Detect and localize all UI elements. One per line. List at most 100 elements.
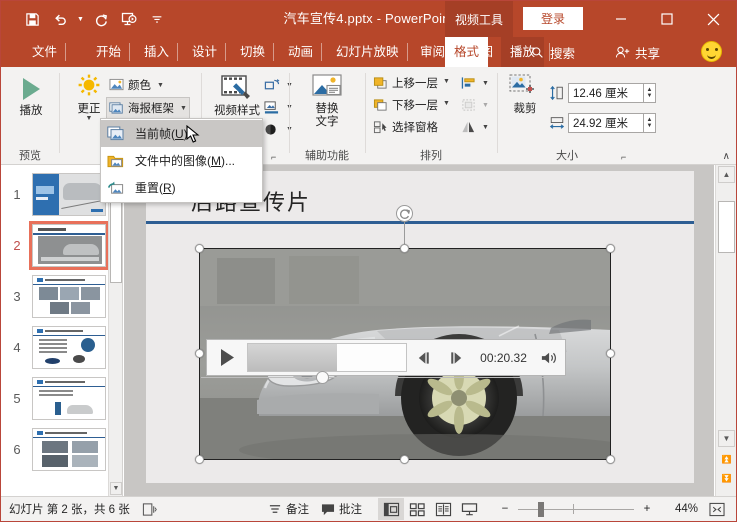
scrollbar-thumb[interactable]	[718, 201, 735, 253]
group-label-accessibility: 辅助功能	[305, 150, 349, 162]
thumbnail-slide-2[interactable]: 2	[2, 220, 122, 271]
maximize-button[interactable]	[644, 1, 690, 37]
video-next-frame-button[interactable]	[440, 340, 473, 375]
zoom-in-button[interactable]: +	[634, 498, 660, 520]
video-styles-button[interactable]: 视频样式	[209, 73, 265, 118]
thumbnail-scrollbar[interactable]: ▼	[108, 165, 122, 496]
resize-handle-middle-right[interactable]	[606, 349, 615, 358]
bring-forward-dropdown-icon[interactable]: ▼	[443, 78, 450, 85]
minimize-button[interactable]	[598, 1, 644, 37]
ribbon-display-options-icon[interactable]	[554, 1, 598, 37]
thumbnail-slide-3[interactable]: 3	[2, 271, 122, 322]
thumbnail-slide-4[interactable]: 4	[2, 322, 122, 373]
feedback-smiley-icon[interactable]	[701, 41, 722, 62]
notes-button[interactable]: 备注	[262, 498, 315, 521]
thumbnail-slide-5[interactable]: 5	[2, 373, 122, 424]
undo-icon[interactable]	[47, 6, 73, 32]
video-progress-bar[interactable]	[247, 343, 408, 372]
video-play-button[interactable]	[207, 340, 247, 375]
send-backward-button[interactable]: 下移一层	[371, 95, 440, 115]
menu-item-image-from-file[interactable]: 文件中的图像(M)...	[101, 147, 262, 174]
fit-to-window-button[interactable]	[704, 498, 730, 520]
video-width-field[interactable]: 24.92 厘米 ▲ ▼	[549, 113, 656, 133]
rotate-button[interactable]: ▼	[459, 117, 491, 137]
scroll-down-icon[interactable]: ▼	[718, 430, 735, 447]
thumbnail-scroll-down-icon[interactable]: ▼	[110, 482, 122, 495]
video-control-bar[interactable]: 00:20.32	[206, 339, 566, 376]
alt-text-label-2: 文字	[315, 116, 339, 129]
zoom-slider-knob[interactable]	[538, 502, 544, 517]
reading-view-button[interactable]	[430, 498, 456, 520]
slide-vertical-scrollbar[interactable]: ▲ ▼ ⏫ ⏬	[715, 165, 736, 496]
slide-sorter-view-button[interactable]	[404, 498, 430, 520]
save-icon[interactable]	[19, 6, 45, 32]
width-spinner[interactable]: ▲ ▼	[644, 113, 656, 133]
resize-handle-bottom-left[interactable]	[195, 455, 204, 464]
menu-item-reset[interactable]: 重置(R)	[101, 174, 262, 201]
share-button[interactable]: 共享	[615, 37, 660, 67]
slide-surface[interactable]: 后路宣传片	[146, 171, 694, 483]
tab-home[interactable]: 开始	[87, 37, 131, 67]
start-slideshow-icon[interactable]	[116, 6, 142, 32]
ribbon-group-size: 裁剪 12.46 厘米 ▲ ▼ 24.92 厘米 ▲ ▼ ⌐ 大小	[497, 67, 656, 165]
tab-insert[interactable]: 插入	[135, 37, 179, 67]
align-dropdown-icon[interactable]: ▼	[482, 80, 489, 87]
comments-button[interactable]: 批注	[315, 498, 368, 521]
customize-qat-icon[interactable]	[144, 6, 170, 32]
slide-thumbnail-pane[interactable]: 1 2 3 4 5 6	[2, 165, 123, 496]
previous-slide-icon[interactable]: ⏫	[718, 452, 735, 467]
title-underline-rule	[146, 221, 694, 224]
color-button[interactable]: 颜色 ▼	[107, 75, 166, 95]
video-volume-button[interactable]	[534, 340, 565, 375]
tab-format[interactable]: 格式	[445, 37, 489, 67]
resize-handle-bottom-center[interactable]	[400, 455, 409, 464]
video-height-field[interactable]: 12.46 厘米 ▲ ▼	[549, 83, 656, 103]
crop-button[interactable]: 裁剪	[501, 73, 549, 116]
play-button[interactable]: 播放	[12, 75, 50, 118]
poster-frame-dropdown-icon[interactable]: ▼	[180, 105, 187, 112]
tab-design[interactable]: 设计	[183, 37, 227, 67]
corrections-dropdown-icon[interactable]: ▼	[86, 115, 93, 122]
color-dropdown-icon[interactable]: ▼	[157, 82, 164, 89]
bring-forward-button[interactable]: 上移一层	[371, 73, 440, 93]
height-value[interactable]: 12.46 厘米	[568, 83, 644, 103]
video-seek-handle[interactable]	[316, 371, 329, 384]
redo-icon[interactable]	[88, 6, 114, 32]
zoom-out-button[interactable]: −	[492, 498, 518, 520]
group-objects-button[interactable]: ▼	[459, 95, 491, 115]
zoom-slider[interactable]	[518, 499, 634, 519]
resize-handle-top-right[interactable]	[606, 244, 615, 253]
slideshow-view-button[interactable]	[456, 498, 482, 520]
rotate-dropdown-icon[interactable]: ▼	[482, 124, 489, 131]
menu-item-current-frame[interactable]: 当前帧(U)	[101, 120, 262, 147]
tab-animations[interactable]: 动画	[279, 37, 323, 67]
accessibility-check-icon[interactable]	[142, 502, 157, 517]
resize-handle-top-center[interactable]	[400, 244, 409, 253]
resize-handle-middle-left[interactable]	[195, 349, 204, 358]
poster-frame-button[interactable]: 海报框架 ▼	[106, 97, 190, 119]
alt-text-button[interactable]: 替换 文字	[305, 73, 349, 129]
rotate-handle[interactable]	[396, 205, 413, 222]
selection-pane-button[interactable]: 选择窗格	[371, 117, 440, 137]
width-value[interactable]: 24.92 厘米	[568, 113, 644, 133]
resize-handle-top-left[interactable]	[195, 244, 204, 253]
undo-dropdown-icon[interactable]: ▼	[75, 6, 86, 32]
tab-file[interactable]: 文件	[23, 37, 67, 67]
align-button[interactable]: ▼	[459, 73, 491, 93]
scroll-up-icon[interactable]: ▲	[718, 166, 735, 183]
height-spinner[interactable]: ▲ ▼	[644, 83, 656, 103]
video-previous-frame-button[interactable]	[407, 340, 440, 375]
send-backward-dropdown-icon[interactable]: ▼	[443, 100, 450, 107]
tab-transitions[interactable]: 切换	[231, 37, 275, 67]
corrections-button[interactable]: 更正 ▼	[69, 73, 109, 122]
normal-view-button[interactable]	[378, 498, 404, 520]
resize-handle-bottom-right[interactable]	[606, 455, 615, 464]
group-objects-dropdown-icon[interactable]: ▼	[482, 102, 489, 109]
close-button[interactable]	[690, 1, 736, 37]
collapse-ribbon-button[interactable]: ∧	[723, 151, 730, 162]
next-slide-icon[interactable]: ⏬	[718, 471, 735, 486]
tab-slideshow[interactable]: 幻灯片放映	[327, 37, 408, 67]
thumbnail-slide-6[interactable]: 6	[2, 424, 122, 475]
video-seek-track[interactable]	[201, 377, 563, 378]
search-box[interactable]: 搜索	[531, 37, 575, 67]
